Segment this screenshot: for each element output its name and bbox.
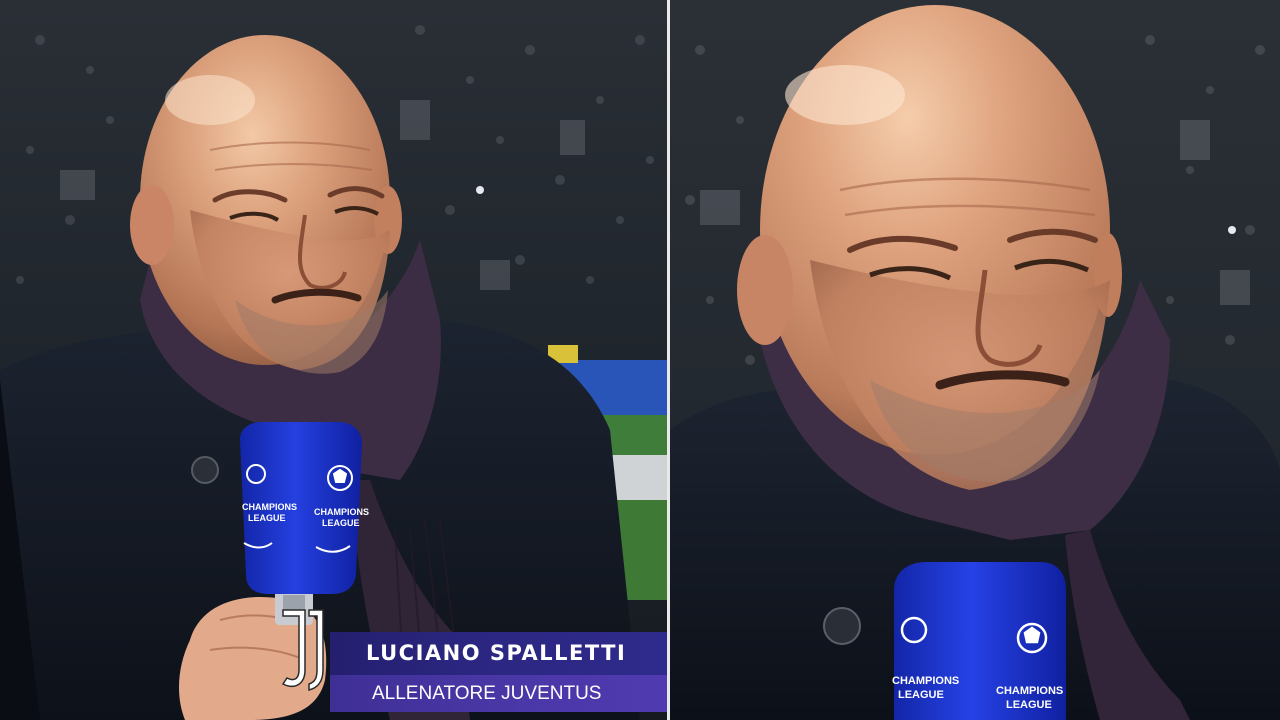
svg-text:LEAGUE: LEAGUE (1006, 699, 1052, 711)
svg-text:CHAMPIONS: CHAMPIONS (314, 507, 369, 517)
svg-text:CHAMPIONS: CHAMPIONS (242, 502, 297, 512)
svg-text:LEAGUE: LEAGUE (248, 513, 286, 523)
svg-text:CHAMPIONS: CHAMPIONS (892, 675, 959, 687)
split-screen-photo: CHAMPIONS LEAGUE CHAMPIONS LEAGUE LUCIAN… (0, 0, 1280, 720)
svg-text:LEAGUE: LEAGUE (322, 518, 360, 528)
lower-third-bars: LUCIANO SPALLETTI ALLENATORE JUVENTUS (330, 632, 667, 712)
person-role: ALLENATORE JUVENTUS (330, 675, 667, 712)
person-name: LUCIANO SPALLETTI (330, 632, 667, 675)
right-photo-panel: CHAMPIONS LEAGUE CHAMPIONS LEAGUE (670, 0, 1280, 720)
microphone-right: CHAMPIONS LEAGUE CHAMPIONS LEAGUE (892, 562, 1066, 720)
lower-third: LUCIANO SPALLETTI ALLENATORE JUVENTUS (275, 600, 667, 712)
left-photo-panel: CHAMPIONS LEAGUE CHAMPIONS LEAGUE LUCIAN… (0, 0, 667, 720)
right-photo: CHAMPIONS LEAGUE CHAMPIONS LEAGUE (670, 0, 1280, 720)
svg-text:LEAGUE: LEAGUE (898, 689, 944, 701)
juventus-logo (281, 609, 324, 691)
svg-text:CHAMPIONS: CHAMPIONS (996, 685, 1063, 697)
